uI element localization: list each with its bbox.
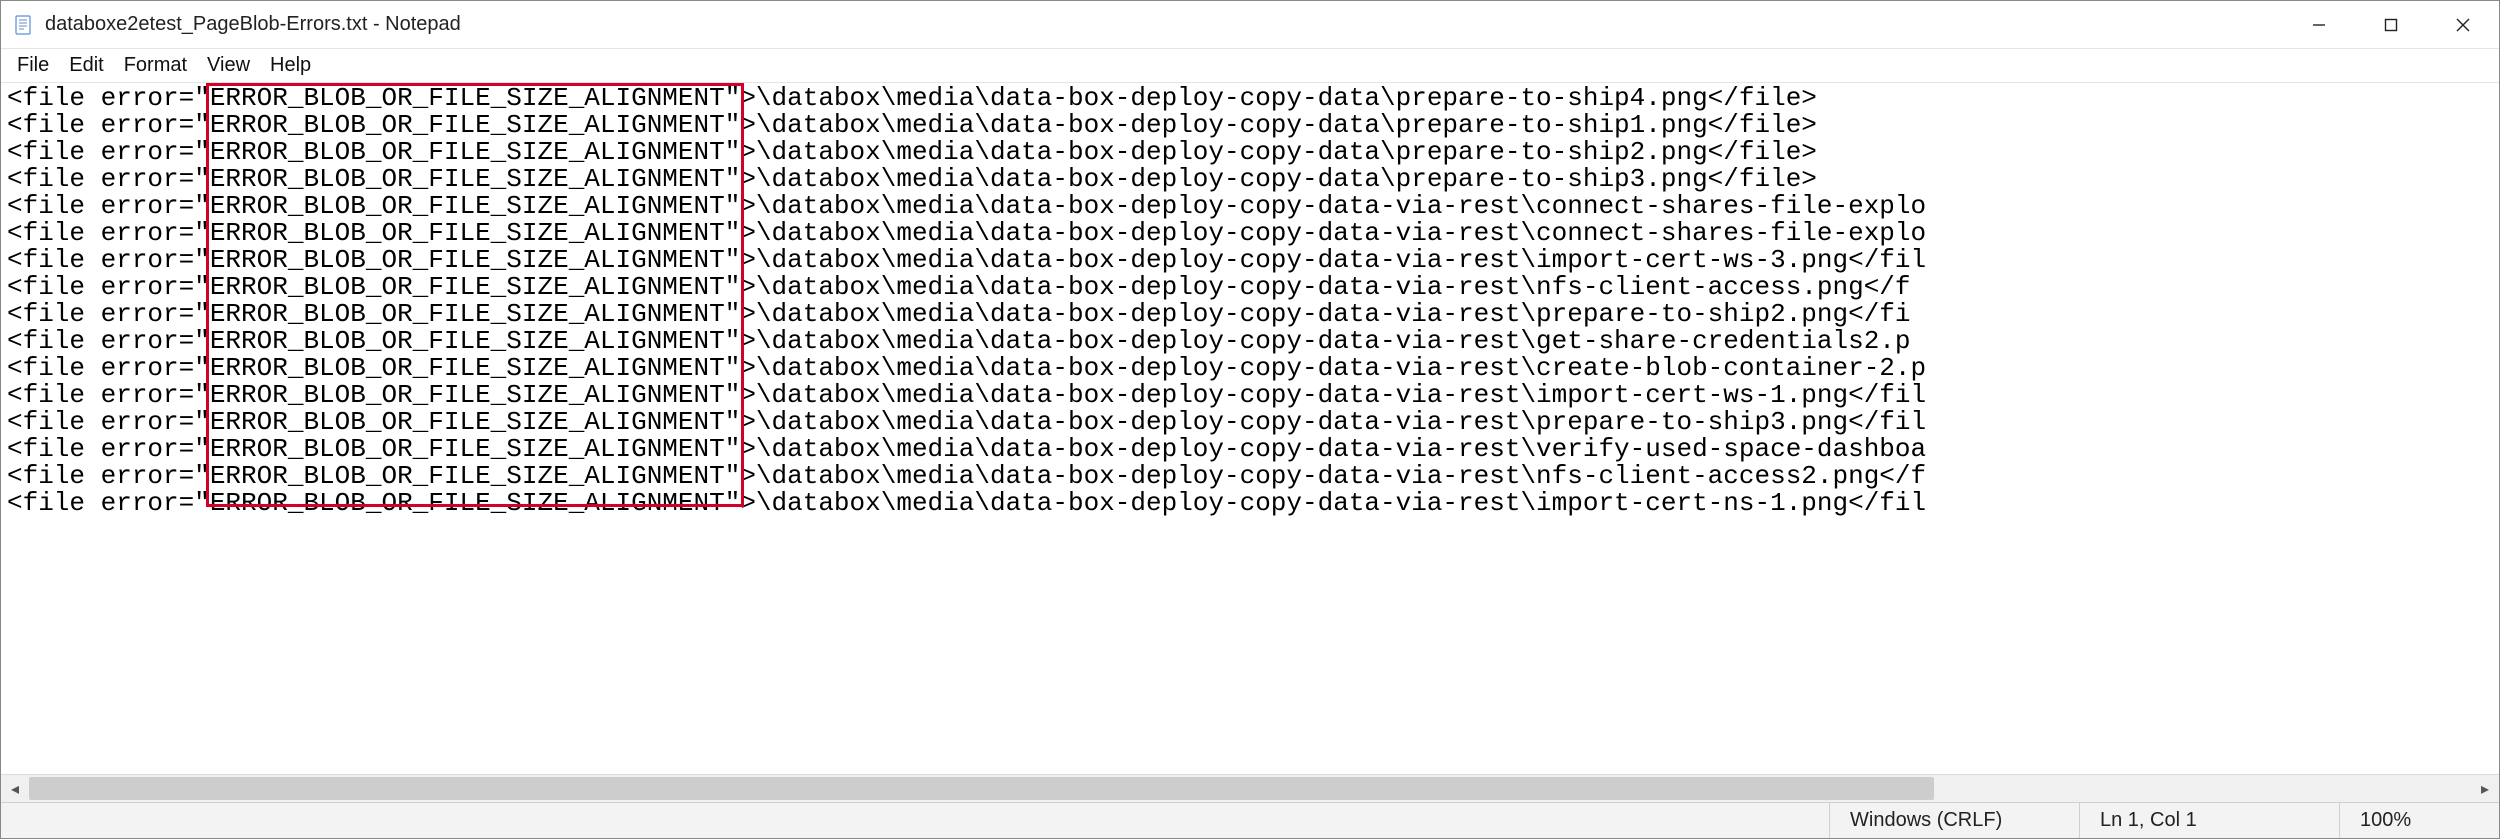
text-line: <file error="ERROR_BLOB_OR_FILE_SIZE_ALI…: [7, 409, 2493, 436]
chevron-left-icon: ◂: [11, 779, 19, 799]
window-title: databoxe2etest_PageBlob-Errors.txt - Not…: [45, 13, 461, 36]
menu-help[interactable]: Help: [260, 52, 321, 79]
text-line: <file error="ERROR_BLOB_OR_FILE_SIZE_ALI…: [7, 247, 2493, 274]
text-line: <file error="ERROR_BLOB_OR_FILE_SIZE_ALI…: [7, 166, 2493, 193]
text-line: <file error="ERROR_BLOB_OR_FILE_SIZE_ALI…: [7, 112, 2493, 139]
scroll-thumb[interactable]: [29, 777, 1934, 800]
scroll-left-button[interactable]: ◂: [1, 775, 29, 802]
status-zoom: 100%: [2339, 803, 2499, 838]
status-bar: Windows (CRLF) Ln 1, Col 1 100%: [1, 802, 2499, 838]
maximize-button[interactable]: [2355, 1, 2427, 48]
notepad-window: databoxe2etest_PageBlob-Errors.txt - Not…: [0, 0, 2500, 839]
text-line: <file error="ERROR_BLOB_OR_FILE_SIZE_ALI…: [7, 193, 2493, 220]
text-line: <file error="ERROR_BLOB_OR_FILE_SIZE_ALI…: [7, 490, 2493, 517]
horizontal-scrollbar[interactable]: ◂ ▸: [1, 774, 2499, 802]
menu-edit[interactable]: Edit: [59, 52, 113, 79]
menu-view[interactable]: View: [197, 52, 260, 79]
notepad-icon: [13, 14, 35, 36]
text-line: <file error="ERROR_BLOB_OR_FILE_SIZE_ALI…: [7, 355, 2493, 382]
menu-bar: File Edit Format View Help: [1, 49, 2499, 83]
close-icon: [2456, 18, 2470, 32]
text-line: <file error="ERROR_BLOB_OR_FILE_SIZE_ALI…: [7, 463, 2493, 490]
minimize-button[interactable]: [2283, 1, 2355, 48]
menu-format[interactable]: Format: [114, 52, 197, 79]
minimize-icon: [2312, 18, 2326, 32]
text-line: <file error="ERROR_BLOB_OR_FILE_SIZE_ALI…: [7, 436, 2493, 463]
scroll-right-button[interactable]: ▸: [2471, 775, 2499, 802]
chevron-right-icon: ▸: [2481, 779, 2489, 799]
status-caret-position: Ln 1, Col 1: [2079, 803, 2339, 838]
text-line: <file error="ERROR_BLOB_OR_FILE_SIZE_ALI…: [7, 220, 2493, 247]
text-line: <file error="ERROR_BLOB_OR_FILE_SIZE_ALI…: [7, 85, 2493, 112]
maximize-icon: [2384, 18, 2398, 32]
text-line: <file error="ERROR_BLOB_OR_FILE_SIZE_ALI…: [7, 139, 2493, 166]
scroll-track[interactable]: [29, 775, 2471, 802]
title-bar[interactable]: databoxe2etest_PageBlob-Errors.txt - Not…: [1, 1, 2499, 49]
editor-viewport: <file error="ERROR_BLOB_OR_FILE_SIZE_ALI…: [1, 83, 2499, 774]
text-editor[interactable]: <file error="ERROR_BLOB_OR_FILE_SIZE_ALI…: [1, 83, 2499, 774]
text-line: <file error="ERROR_BLOB_OR_FILE_SIZE_ALI…: [7, 328, 2493, 355]
text-line: <file error="ERROR_BLOB_OR_FILE_SIZE_ALI…: [7, 301, 2493, 328]
menu-file[interactable]: File: [7, 52, 59, 79]
window-controls: [2283, 1, 2499, 48]
status-line-ending: Windows (CRLF): [1829, 803, 2079, 838]
text-line: <file error="ERROR_BLOB_OR_FILE_SIZE_ALI…: [7, 274, 2493, 301]
text-line: <file error="ERROR_BLOB_OR_FILE_SIZE_ALI…: [7, 382, 2493, 409]
close-button[interactable]: [2427, 1, 2499, 48]
